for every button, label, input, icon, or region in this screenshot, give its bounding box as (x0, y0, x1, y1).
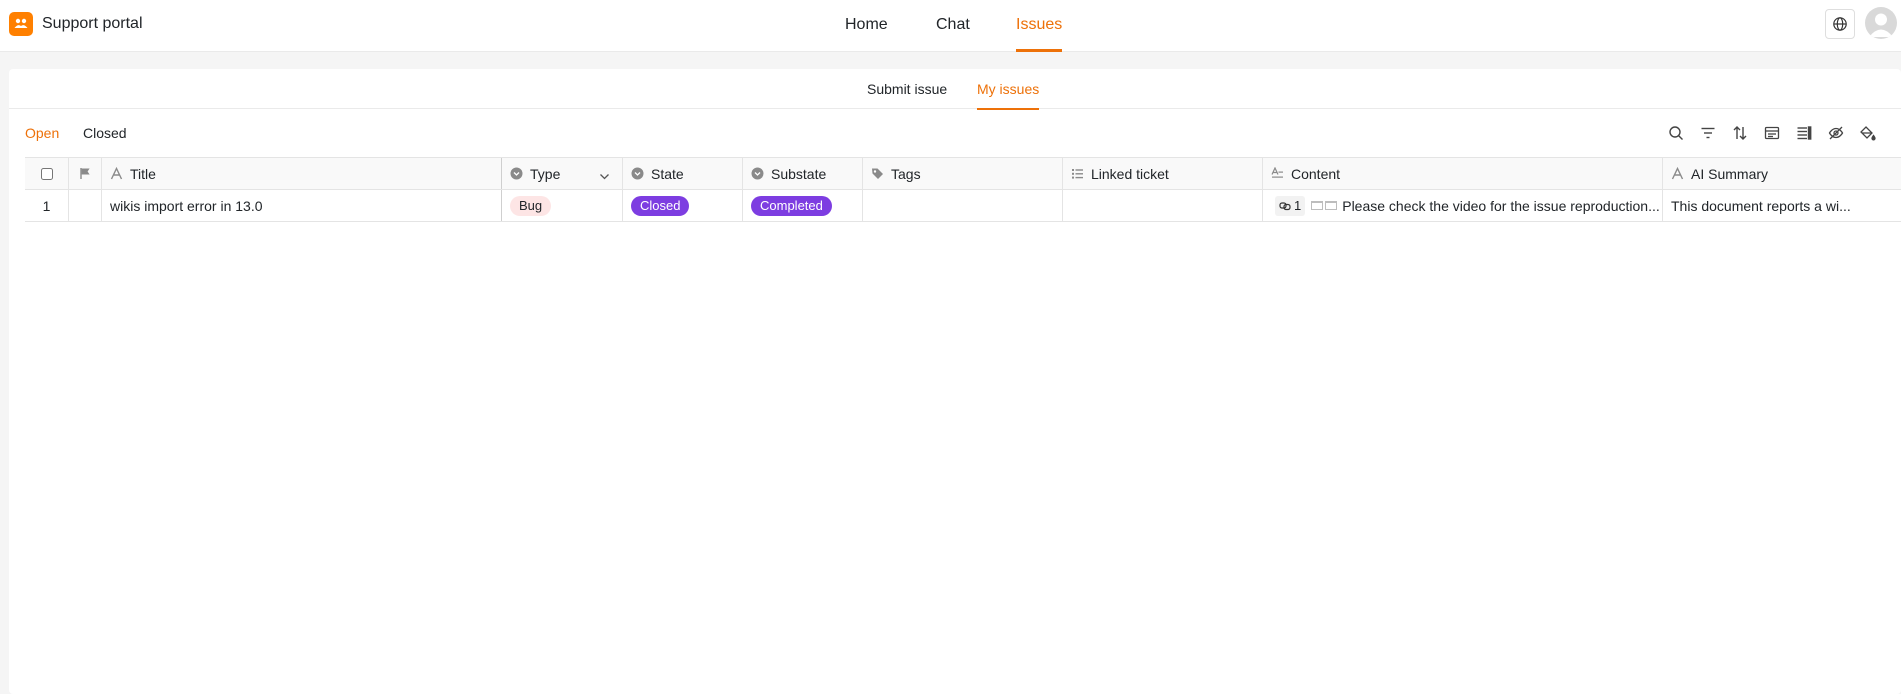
link-icon (1279, 201, 1291, 210)
search-icon[interactable] (1667, 124, 1685, 142)
column-header-label: Title (130, 165, 156, 182)
row-ai-summary-cell[interactable]: This document reports a wi... (1663, 190, 1901, 221)
single-select-icon (510, 167, 523, 180)
flag-column-header[interactable] (69, 158, 102, 189)
row-title: wikis import error in 13.0 (110, 197, 263, 214)
image-thumbnail-icon (1325, 201, 1338, 210)
nav-active-underline (1016, 49, 1063, 52)
row-substate-cell[interactable]: Completed (743, 190, 863, 221)
nav-issues[interactable]: Issues (1016, 0, 1063, 52)
column-header-title[interactable]: Title (102, 158, 502, 189)
column-header-label: AI Summary (1691, 165, 1769, 182)
attachment-count-value: 1 (1294, 198, 1302, 213)
column-header-label: Tags (891, 165, 921, 182)
column-header-label: State (651, 165, 684, 182)
subtab-my-issues-label: My issues (977, 81, 1040, 97)
subtab-submit-issue[interactable]: Submit issue (867, 69, 947, 109)
column-header-linked-ticket[interactable]: Linked ticket (1063, 158, 1263, 189)
select-all-cell (25, 158, 69, 189)
table-header: Title Type State Substate Tags Linked ti… (25, 157, 1901, 190)
column-header-ai-summary[interactable]: AI Summary (1663, 158, 1901, 189)
subtab-my-issues[interactable]: My issues (977, 69, 1040, 110)
row-type-cell[interactable]: Bug (502, 190, 623, 221)
column-header-tags[interactable]: Tags (863, 158, 1063, 189)
hide-columns-icon[interactable] (1827, 124, 1845, 142)
text-icon (110, 167, 123, 180)
column-header-label: Linked ticket (1091, 165, 1169, 182)
group-icon[interactable] (1763, 124, 1781, 142)
sort-icon[interactable] (1731, 124, 1749, 142)
filter-bar: Open Closed (9, 109, 1901, 157)
single-select-icon (751, 167, 764, 180)
filter-open[interactable]: Open (25, 109, 59, 157)
single-select-icon (631, 167, 644, 180)
row-height-icon[interactable] (1795, 124, 1813, 142)
language-button[interactable] (1825, 9, 1855, 39)
chevron-down-icon[interactable] (599, 169, 610, 185)
nav-chat[interactable]: Chat (936, 0, 970, 52)
globe-icon (1833, 17, 1847, 31)
image-thumbnail-icon (1311, 201, 1324, 210)
filter-icon[interactable] (1699, 124, 1717, 142)
user-avatar[interactable] (1865, 7, 1897, 39)
column-header-substate[interactable]: Substate (743, 158, 863, 189)
type-badge: Bug (510, 195, 552, 216)
attachment-count[interactable]: 1 (1275, 195, 1306, 216)
subtabs: Submit issue My issues (9, 69, 1901, 110)
tag-icon (871, 167, 884, 180)
table-row[interactable]: 1 wikis import error in 13.0 Bug Closed … (25, 190, 1901, 222)
column-header-label: Content (1291, 165, 1341, 182)
row-tags-cell[interactable] (863, 190, 1063, 221)
issues-card: Submit issue My issues Open Closed Title… (9, 69, 1901, 694)
column-header-label: Substate (771, 165, 827, 182)
row-flag-cell[interactable] (69, 190, 102, 221)
filter-closed[interactable]: Closed (83, 109, 127, 157)
column-header-type[interactable]: Type (502, 158, 623, 189)
main-nav: Home Chat Issues (0, 0, 1901, 52)
row-content-cell[interactable]: 1 Please check the video for the issue r… (1263, 190, 1663, 221)
paint-bucket-icon[interactable] (1859, 124, 1877, 142)
top-bar: Support portal Home Chat Issues (0, 0, 1901, 52)
row-index[interactable]: 1 (25, 190, 69, 221)
row-ai-summary: This document reports a wi... (1671, 197, 1851, 214)
text-icon (1671, 167, 1684, 180)
nav-home[interactable]: Home (845, 0, 888, 52)
column-header-label: Type (530, 165, 561, 182)
row-linked-ticket-cell[interactable] (1063, 190, 1263, 221)
row-title-cell[interactable]: wikis import error in 13.0 (102, 190, 502, 221)
row-content: Please check the video for the issue rep… (1342, 197, 1660, 214)
nav-issues-label: Issues (1016, 16, 1063, 33)
state-badge: Closed (631, 195, 690, 216)
column-header-state[interactable]: State (623, 158, 743, 189)
link-list-icon (1071, 167, 1084, 180)
long-text-icon (1271, 167, 1284, 180)
row-state-cell[interactable]: Closed (623, 190, 743, 221)
column-header-content[interactable]: Content (1263, 158, 1663, 189)
user-avatar-icon (1869, 13, 1893, 37)
select-all-checkbox[interactable] (40, 167, 53, 180)
flag-icon (79, 168, 90, 179)
substate-badge: Completed (751, 195, 832, 216)
